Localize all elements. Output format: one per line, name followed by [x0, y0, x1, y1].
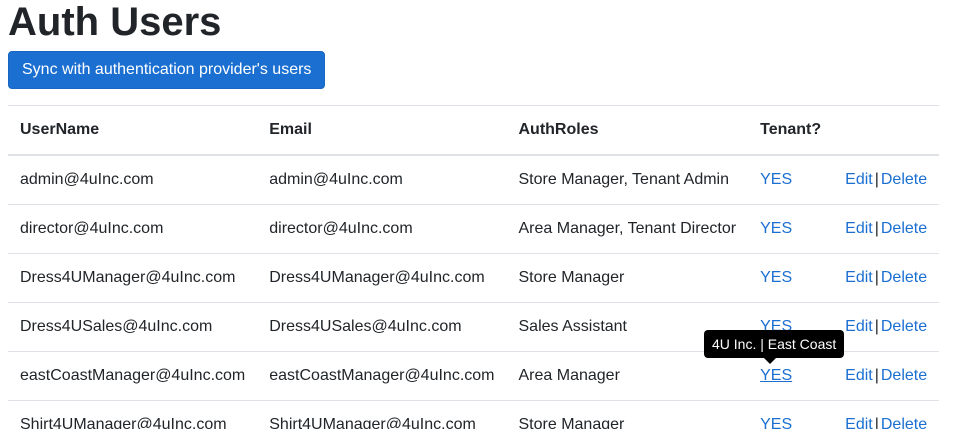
cell-roles: Store Manager	[506, 253, 749, 303]
tenant-tooltip: 4U Inc. | East Coast	[704, 330, 845, 358]
cell-tenant: YES	[748, 253, 834, 303]
tenant-link[interactable]: YES	[760, 220, 792, 237]
cell-tenant: YES	[748, 204, 834, 254]
delete-link[interactable]: Delete	[881, 367, 927, 384]
cell-actions: Edit | Delete	[833, 302, 940, 352]
tooltip-arrow	[764, 358, 776, 364]
delete-link[interactable]: Delete	[881, 171, 927, 188]
auth-users-page: Auth Users Sync with authentication prov…	[0, 0, 954, 429]
cell-actions: Edit | Delete	[833, 351, 940, 401]
table-row: admin@4uInc.com admin@4uInc.com Store Ma…	[8, 154, 940, 205]
cell-email: Shirt4UManager@4uInc.com	[257, 400, 507, 429]
cell-email: Dress4USales@4uInc.com	[257, 302, 507, 352]
cell-actions: Edit | Delete	[833, 204, 940, 254]
header-authroles: AuthRoles	[506, 105, 749, 156]
delete-link[interactable]: Delete	[881, 318, 927, 335]
header-email: Email	[257, 105, 507, 156]
cell-actions: Edit | Delete	[833, 253, 940, 303]
edit-link[interactable]: Edit	[845, 416, 873, 429]
cell-username: director@4uInc.com	[8, 204, 258, 254]
action-separator: |	[874, 171, 879, 188]
tenant-link[interactable]: YES	[760, 269, 792, 286]
table-header-row: UserName Email AuthRoles Tenant?	[8, 105, 940, 156]
table-row: director@4uInc.com director@4uInc.com Ar…	[8, 204, 940, 254]
cell-actions: Edit | Delete	[833, 154, 940, 205]
cell-email: director@4uInc.com	[257, 204, 507, 254]
page-title: Auth Users	[8, 0, 222, 44]
tenant-link[interactable]: YES	[760, 171, 792, 188]
cell-roles: Store Manager	[506, 400, 749, 429]
header-actions	[833, 105, 940, 156]
edit-link[interactable]: Edit	[845, 171, 873, 188]
cell-username: eastCoastManager@4uInc.com	[8, 351, 258, 401]
cell-username: Dress4UManager@4uInc.com	[8, 253, 258, 303]
edit-link[interactable]: Edit	[845, 269, 873, 286]
auth-users-table: UserName Email AuthRoles Tenant? admin@4…	[8, 105, 940, 429]
header-tenant: Tenant?	[748, 105, 834, 156]
cell-tenant: YES	[748, 400, 834, 429]
cell-roles: Area Manager	[506, 351, 749, 401]
edit-link[interactable]: Edit	[845, 318, 873, 335]
action-separator: |	[874, 220, 879, 237]
delete-link[interactable]: Delete	[881, 416, 927, 429]
cell-tenant: YES	[748, 154, 834, 205]
cell-tenant: YES	[748, 351, 834, 401]
cell-email: eastCoastManager@4uInc.com	[257, 351, 507, 401]
cell-actions: Edit | Delete	[833, 400, 940, 429]
cell-username: admin@4uInc.com	[8, 154, 258, 205]
table-row: eastCoastManager@4uInc.com eastCoastMana…	[8, 351, 940, 401]
action-separator: |	[874, 269, 879, 286]
cell-roles: Store Manager, Tenant Admin	[506, 154, 749, 205]
table-row: Shirt4UManager@4uInc.com Shirt4UManager@…	[8, 400, 940, 429]
tenant-link[interactable]: YES	[760, 367, 792, 384]
cell-email: Dress4UManager@4uInc.com	[257, 253, 507, 303]
cell-username: Dress4USales@4uInc.com	[8, 302, 258, 352]
action-separator: |	[874, 318, 879, 335]
cell-username: Shirt4UManager@4uInc.com	[8, 400, 258, 429]
delete-link[interactable]: Delete	[881, 269, 927, 286]
edit-link[interactable]: Edit	[845, 220, 873, 237]
cell-email: admin@4uInc.com	[257, 154, 507, 205]
sync-users-button[interactable]: Sync with authentication provider's user…	[8, 51, 326, 89]
delete-link[interactable]: Delete	[881, 220, 927, 237]
header-username: UserName	[8, 105, 258, 156]
action-separator: |	[874, 416, 879, 429]
cell-roles: Area Manager, Tenant Director	[506, 204, 749, 254]
tenant-link[interactable]: YES	[760, 416, 792, 429]
table-row: Dress4UManager@4uInc.com Dress4UManager@…	[8, 253, 940, 303]
edit-link[interactable]: Edit	[845, 367, 873, 384]
action-separator: |	[874, 367, 879, 384]
